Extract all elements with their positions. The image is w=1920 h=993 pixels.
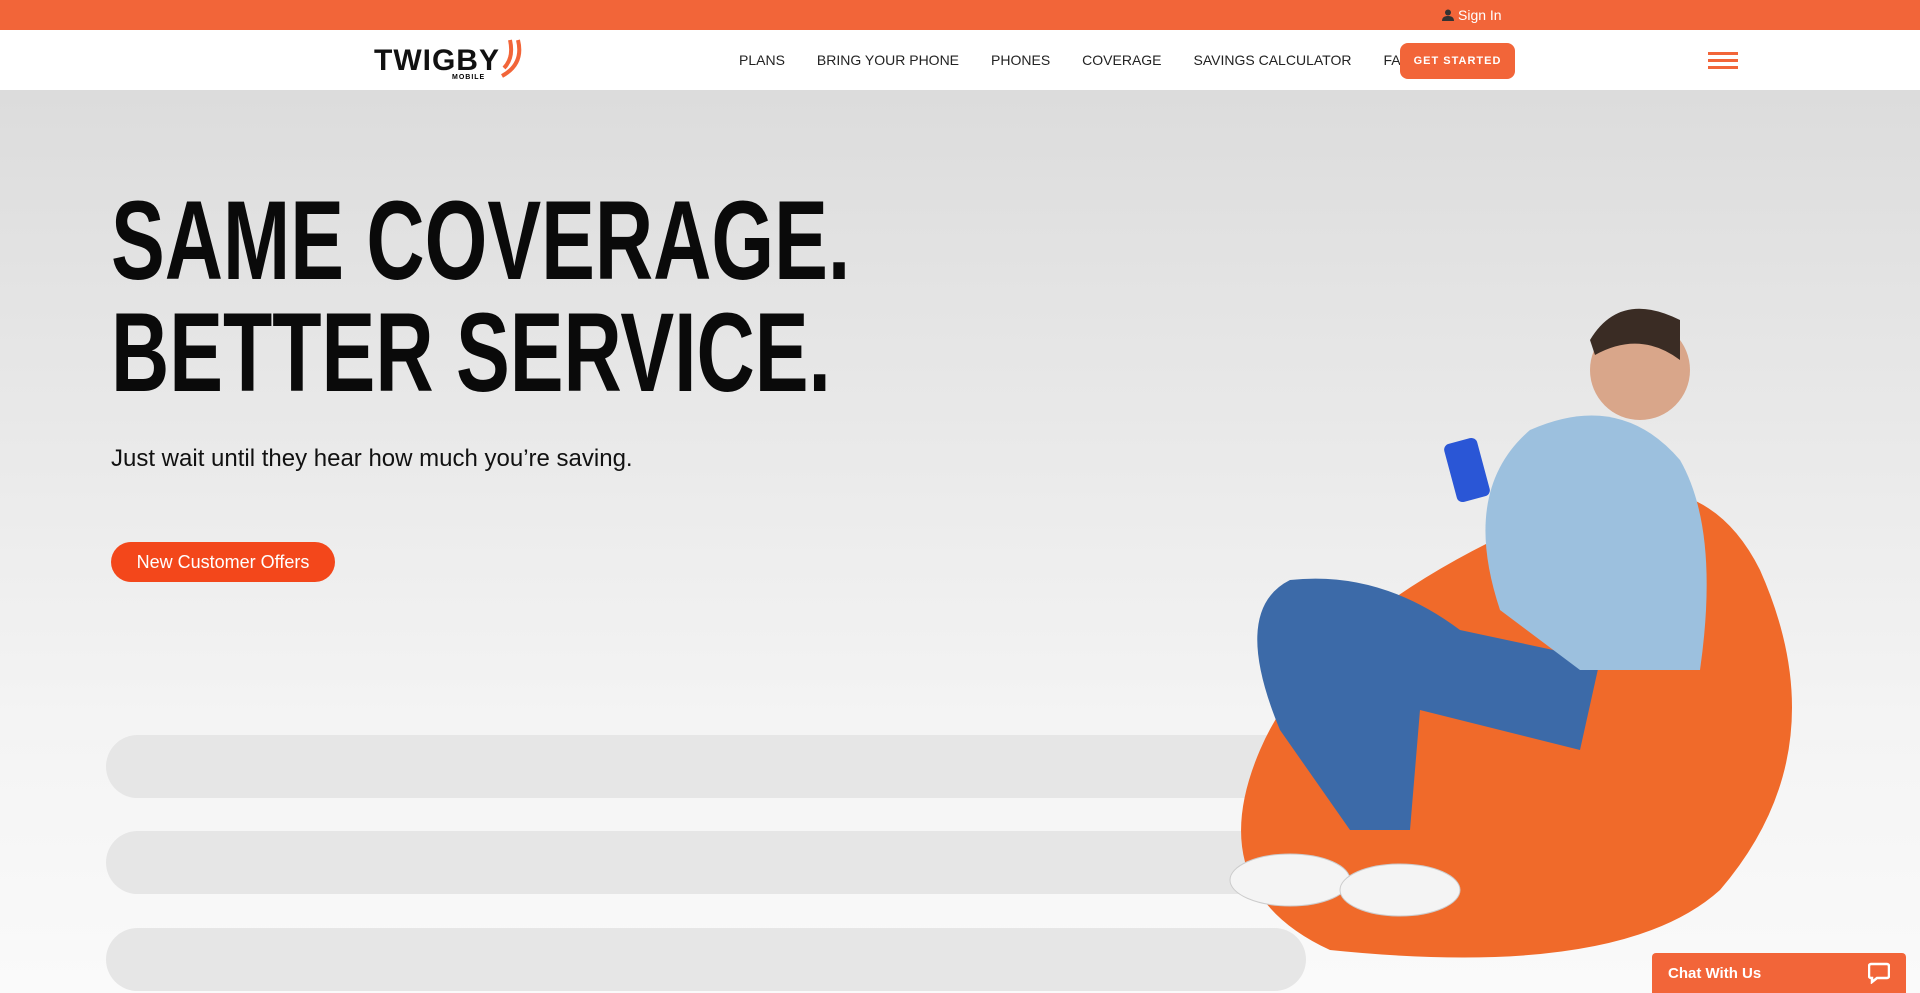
logo-subtext: MOBILE (452, 74, 486, 81)
sign-in-label: Sign In (1458, 7, 1502, 23)
nav-bring-your-phone[interactable]: BRING YOUR PHONE (817, 52, 959, 68)
headline-line-2: BETTER SERVICE. (111, 290, 831, 415)
hamburger-menu-icon[interactable] (1708, 52, 1738, 73)
headline-line-1: SAME COVERAGE. (111, 178, 851, 303)
nav-phones[interactable]: PHONES (991, 52, 1050, 68)
logo-text: TWIGBY (374, 44, 500, 77)
main-nav: TWIGBY MOBILE PLANS BRING YOUR PHONE PHO… (0, 30, 1920, 90)
chat-with-us-button[interactable]: Chat With Us (1652, 953, 1906, 993)
hero-headline: SAME COVERAGE. BETTER SERVICE. (111, 185, 850, 409)
hero-subtitle: Just wait until they hear how much you’r… (111, 445, 633, 472)
chat-label: Chat With Us (1668, 964, 1762, 982)
user-icon (1442, 9, 1454, 21)
sign-in-link[interactable]: Sign In (1442, 7, 1502, 23)
signal-logo-icon (500, 39, 522, 78)
nav-coverage[interactable]: COVERAGE (1082, 52, 1161, 68)
new-customer-offers-button[interactable]: New Customer Offers (111, 542, 335, 582)
logo[interactable]: TWIGBY MOBILE (374, 38, 526, 81)
chat-bubble-icon (1868, 962, 1890, 984)
top-bar: Sign In (0, 0, 1920, 30)
hero-image-man-on-beanbag (1229, 308, 1792, 958)
nav-savings-calculator[interactable]: SAVINGS CALCULATOR (1194, 52, 1352, 68)
nav-plans[interactable]: PLANS (739, 52, 785, 68)
hero: SAME COVERAGE. BETTER SERVICE. Just wait… (0, 90, 1920, 993)
get-started-button[interactable]: GET STARTED (1400, 43, 1515, 79)
